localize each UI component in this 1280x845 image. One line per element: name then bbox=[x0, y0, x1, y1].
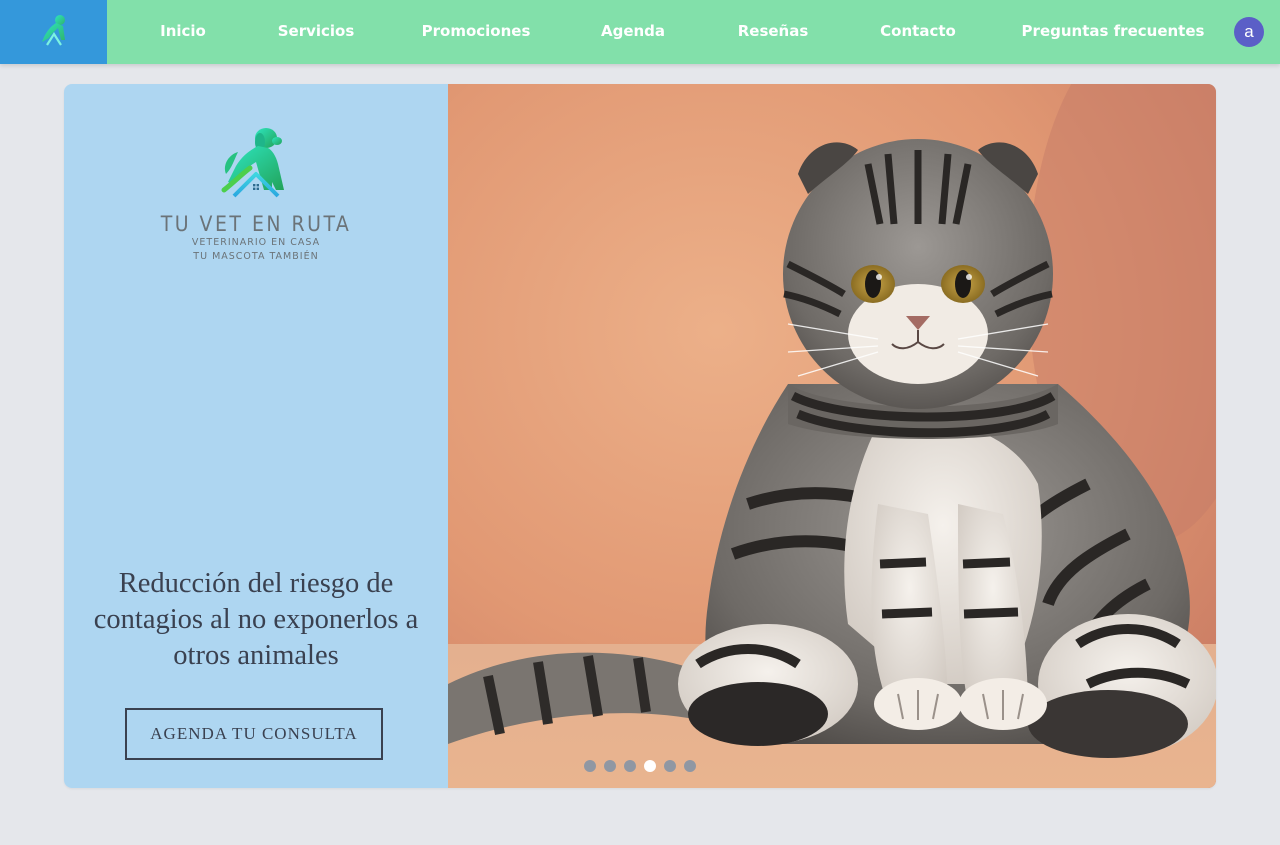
carousel-dot-3[interactable] bbox=[624, 760, 636, 772]
carousel-dot-5[interactable] bbox=[664, 760, 676, 772]
slide-image bbox=[448, 84, 1216, 788]
pet-home-logo-icon bbox=[39, 14, 69, 50]
nav-link-resenas[interactable]: Reseñas bbox=[738, 0, 809, 64]
nav-links: Inicio Servicios Promociones Agenda Rese… bbox=[107, 0, 1227, 64]
cat-photo-image bbox=[448, 84, 1216, 788]
book-consultation-button[interactable]: AGENDA TU CONSULTA bbox=[125, 708, 383, 760]
nav-link-preguntas-frecuentes[interactable]: Preguntas frecuentes bbox=[1022, 0, 1205, 64]
brand-name: TU VET EN RUTA bbox=[160, 212, 352, 236]
slide-title: Reducción del riesgo de contagios al no … bbox=[93, 568, 419, 671]
avatar[interactable]: a bbox=[1234, 17, 1264, 47]
carousel-dot-6[interactable] bbox=[684, 760, 696, 772]
nav-link-inicio[interactable]: Inicio bbox=[160, 0, 206, 64]
carousel-dot-4[interactable] bbox=[644, 760, 656, 772]
nav-link-contacto[interactable]: Contacto bbox=[880, 0, 956, 64]
brand-tagline: VETERINARIO EN CASA bbox=[191, 237, 321, 248]
nav-link-promociones[interactable]: Promociones bbox=[422, 0, 531, 64]
brand-tagline-secondary: TU MASCOTA TAMBIÉN bbox=[193, 251, 319, 262]
carousel-dot-1[interactable] bbox=[584, 760, 596, 772]
nav-logo[interactable] bbox=[0, 0, 107, 64]
pet-home-logo-icon bbox=[220, 128, 292, 206]
carousel-indicators bbox=[584, 760, 696, 772]
hero-text-panel: TU VET EN RUTA VETERINARIO EN CASA TU MA… bbox=[64, 84, 448, 788]
nav-link-agenda[interactable]: Agenda bbox=[601, 0, 665, 64]
brand-logo: TU VET EN RUTA VETERINARIO EN CASA TU MA… bbox=[64, 124, 448, 264]
hero-carousel: TU VET EN RUTA VETERINARIO EN CASA TU MA… bbox=[64, 84, 1216, 788]
nav-link-servicios[interactable]: Servicios bbox=[278, 0, 355, 64]
carousel-dot-2[interactable] bbox=[604, 760, 616, 772]
navbar: Inicio Servicios Promociones Agenda Rese… bbox=[0, 0, 1280, 64]
